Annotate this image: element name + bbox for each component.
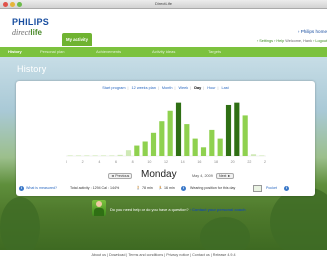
chart-bar-hour-7 <box>125 150 132 156</box>
wearing-position-label: Wearing position for this day <box>190 186 236 190</box>
site-header: PHILIPS directlife My activity › Philips… <box>0 9 327 47</box>
chart-bar-hour-15 <box>192 138 198 156</box>
chart-bar-hour-12 <box>167 110 173 156</box>
philips-brand[interactable]: PHILIPS <box>12 17 49 27</box>
chart-bar-hour-11 <box>159 121 165 156</box>
chart-bar-hour-13 <box>175 102 182 156</box>
nav-achievements[interactable]: Achievements <box>96 47 121 57</box>
coach-avatar <box>92 200 106 216</box>
chart-bar-hour-10 <box>150 132 157 156</box>
range-hour[interactable]: Hour <box>205 86 217 90</box>
page-title: History <box>17 64 47 74</box>
contact-coach-link[interactable]: › Contact your personal coach <box>190 207 246 212</box>
info-icon[interactable]: i <box>19 186 24 191</box>
top-links: › Settings › Help Welcome, Hank › Logout <box>257 39 327 43</box>
previous-day-button[interactable]: ◄ Previous <box>108 173 132 179</box>
nav-personal-plan[interactable]: Personal plan <box>40 47 64 57</box>
chart-bar-hour-3 <box>92 155 98 157</box>
run-minutes: 16 min <box>164 186 175 190</box>
day-name: Monday <box>141 169 177 180</box>
range-month[interactable]: Month <box>160 86 175 90</box>
help-question: Do you need help or do you have a questi… <box>110 207 189 212</box>
welcome-text: Welcome, Hank <box>285 39 312 43</box>
nav-history[interactable]: History <box>8 47 22 57</box>
chart-bar-hour-2 <box>84 155 90 157</box>
chart-bar-hour-17 <box>209 129 215 156</box>
app-window: DirectLife PHILIPS directlife My activit… <box>0 0 327 261</box>
day-navigation: ◄ Previous Monday May 4, 2009 Next ► <box>16 169 315 181</box>
logo-suffix: life <box>30 28 42 37</box>
pocket-image <box>253 185 262 192</box>
chart-bar-hour-22 <box>250 154 257 156</box>
main-nav: History Personal plan Achievements Activ… <box>0 47 327 57</box>
range-start-program[interactable]: Start program <box>100 86 127 90</box>
day-date: May 4, 2009 <box>192 174 213 178</box>
help-link[interactable]: › Help <box>274 39 284 43</box>
total-activity: Total activity : 1294 Cal : 144% <box>70 186 120 190</box>
activity-info-icon[interactable]: i <box>181 186 186 191</box>
help-text: Do you need help or do you have a questi… <box>110 207 246 212</box>
chart-bar-hour-18 <box>217 138 223 156</box>
chart-bar-hour-14 <box>184 124 190 156</box>
pocket-info-icon[interactable]: i <box>284 186 289 191</box>
chart-bar-hour-19 <box>225 104 232 156</box>
run-icon: 🏃 <box>158 186 163 190</box>
chart-bar-hour-4 <box>100 155 107 157</box>
window-titlebar: DirectLife <box>0 0 327 9</box>
tab-my-activity[interactable]: My activity <box>62 33 92 46</box>
stats-row: i What is measured? Total activity : 129… <box>16 184 315 193</box>
x-tick-label: 18 <box>214 160 218 164</box>
logout-link[interactable]: › Logout <box>313 39 327 43</box>
chart-bar-hour-23 <box>259 155 265 157</box>
x-tick-label: 2 <box>82 160 84 164</box>
range-12-weeks[interactable]: 12 weeks plan <box>130 86 158 90</box>
help-row: Do you need help or do you have a questi… <box>0 199 327 217</box>
pocket-label: Pocket <box>266 186 277 190</box>
x-tick-label: 12 <box>164 160 168 164</box>
range-selector: Start program | 12 weeks plan | Month | Wee… <box>100 86 231 90</box>
chart-bar-hour-9 <box>142 141 148 156</box>
range-day[interactable]: Day <box>192 86 203 90</box>
nav-activity-ideas[interactable]: Activity ideas <box>152 47 175 57</box>
chart-bar-hour-5 <box>109 155 115 157</box>
chart-bar-hour-16 <box>200 147 207 156</box>
philips-home-link[interactable]: › Philips home <box>298 29 327 34</box>
chart-bar-hour-21 <box>242 115 248 156</box>
x-tick-label: 22 <box>247 160 251 164</box>
history-panel: Start program | 12 weeks plan | Month | Wee… <box>16 81 315 196</box>
x-tick-label: 10 <box>147 160 151 164</box>
footer-links[interactable]: About us | Download | Terms and conditio… <box>0 250 327 261</box>
chart-bar-hour-6 <box>117 154 123 156</box>
what-is-measured-link[interactable]: What is measured? <box>26 186 57 190</box>
next-day-button[interactable]: Next ► <box>216 173 234 179</box>
x-tick-label: 0 <box>66 160 67 164</box>
walk-icon: 🚶 <box>136 186 141 190</box>
x-tick-label: 20 <box>231 160 235 164</box>
x-tick-label: 6 <box>115 160 117 164</box>
directlife-logo[interactable]: directlife <box>12 28 42 37</box>
chart-bar-hour-8 <box>134 145 140 156</box>
activity-chart: 024681012141618202224 <box>66 102 266 164</box>
logo-prefix: direct <box>12 28 31 37</box>
x-tick-label: 24 <box>264 160 266 164</box>
chart-bar-hour-1 <box>75 155 82 157</box>
x-tick-label: 4 <box>98 160 100 164</box>
range-last[interactable]: Last <box>220 86 231 90</box>
settings-link[interactable]: › Settings <box>257 39 273 43</box>
x-tick-label: 16 <box>197 160 201 164</box>
x-tick-label: 8 <box>132 160 134 164</box>
x-tick-label: 14 <box>181 160 185 164</box>
window-title: DirectLife <box>155 1 172 6</box>
walk-minutes: 78 min <box>142 186 153 190</box>
chart-bar-hour-0 <box>67 155 73 157</box>
range-week[interactable]: Week <box>177 86 191 90</box>
chart-bar-hour-20 <box>234 102 240 156</box>
nav-targets[interactable]: Targets <box>208 47 221 57</box>
